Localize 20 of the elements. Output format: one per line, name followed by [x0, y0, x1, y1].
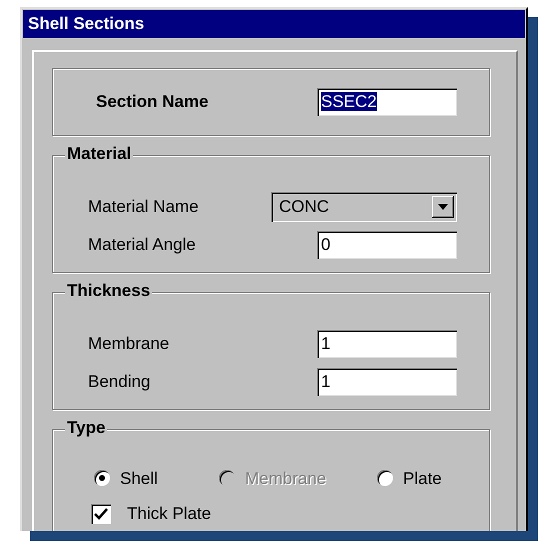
input-field[interactable]: 1	[317, 368, 457, 396]
field-label: Material Angle	[88, 234, 197, 256]
radio-label: Plate	[403, 468, 442, 490]
window-title: Shell Sections	[23, 10, 525, 38]
dropdown-caret-icon[interactable]	[432, 196, 454, 218]
section-name-label: Section Name	[96, 91, 210, 114]
field-label: Membrane	[88, 332, 170, 355]
checkbox-label: Thick Plate	[127, 503, 212, 525]
input-field[interactable]: 0	[317, 230, 457, 258]
material-dropdown[interactable]: CONC	[271, 192, 457, 222]
section-name-field[interactable]: SSEC2	[317, 88, 457, 116]
field-label: Bending	[88, 370, 152, 393]
radio-label: Membrane	[245, 468, 326, 490]
radio-button[interactable]	[377, 470, 393, 486]
radio-button[interactable]	[94, 470, 110, 486]
field-label: Material Name	[88, 196, 200, 218]
checkbox[interactable]	[91, 504, 111, 524]
radio-label: Shell	[120, 468, 158, 490]
input-field[interactable]: 1	[317, 330, 457, 358]
group-title: Type	[65, 418, 108, 438]
